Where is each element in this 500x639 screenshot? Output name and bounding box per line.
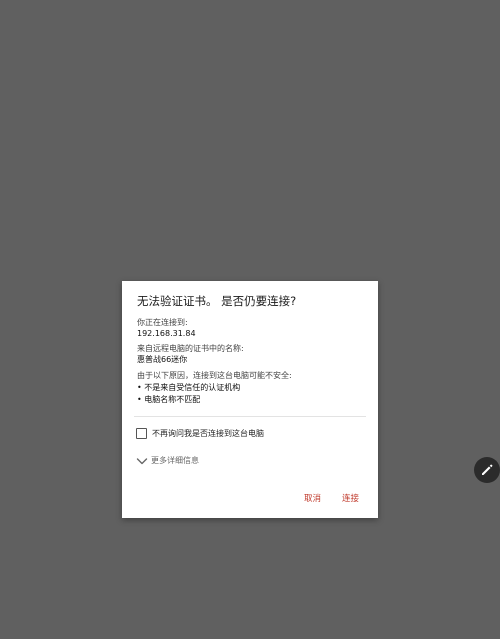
edit-fab-button[interactable] — [474, 457, 500, 483]
more-details-label: 更多详细信息 — [151, 456, 199, 465]
chevron-down-icon — [136, 457, 148, 464]
cancel-button[interactable]: 取消 — [304, 493, 321, 505]
more-details-toggle[interactable]: 更多详细信息 — [136, 455, 199, 466]
reason-item: • 不是来自受信任的认证机构 — [137, 383, 241, 392]
checkbox-unchecked-icon[interactable] — [136, 428, 147, 439]
pencil-icon — [482, 464, 493, 475]
checkbox-label: 不再询问我是否连接到这台电脑 — [152, 429, 264, 438]
dont-ask-again-checkbox-row[interactable]: 不再询问我是否连接到这台电脑 — [136, 428, 264, 439]
connecting-label: 你正在连接到: — [137, 318, 188, 327]
cert-name-value: 惠普战66迷你 — [137, 355, 188, 364]
host-address: 192.168.31.84 — [137, 329, 196, 338]
reason-label: 由于以下原因，连接到这台电脑可能不安全: — [137, 371, 292, 380]
divider — [134, 416, 366, 417]
dialog-title: 无法验证证书。 是否仍要连接? — [137, 294, 297, 308]
reason-item: • 电脑名称不匹配 — [137, 395, 201, 404]
certificate-dialog: 无法验证证书。 是否仍要连接? 你正在连接到: 192.168.31.84 来自… — [122, 281, 378, 518]
cert-name-label: 来自远程电脑的证书中的名称: — [137, 344, 244, 353]
connect-button[interactable]: 连接 — [342, 493, 359, 505]
